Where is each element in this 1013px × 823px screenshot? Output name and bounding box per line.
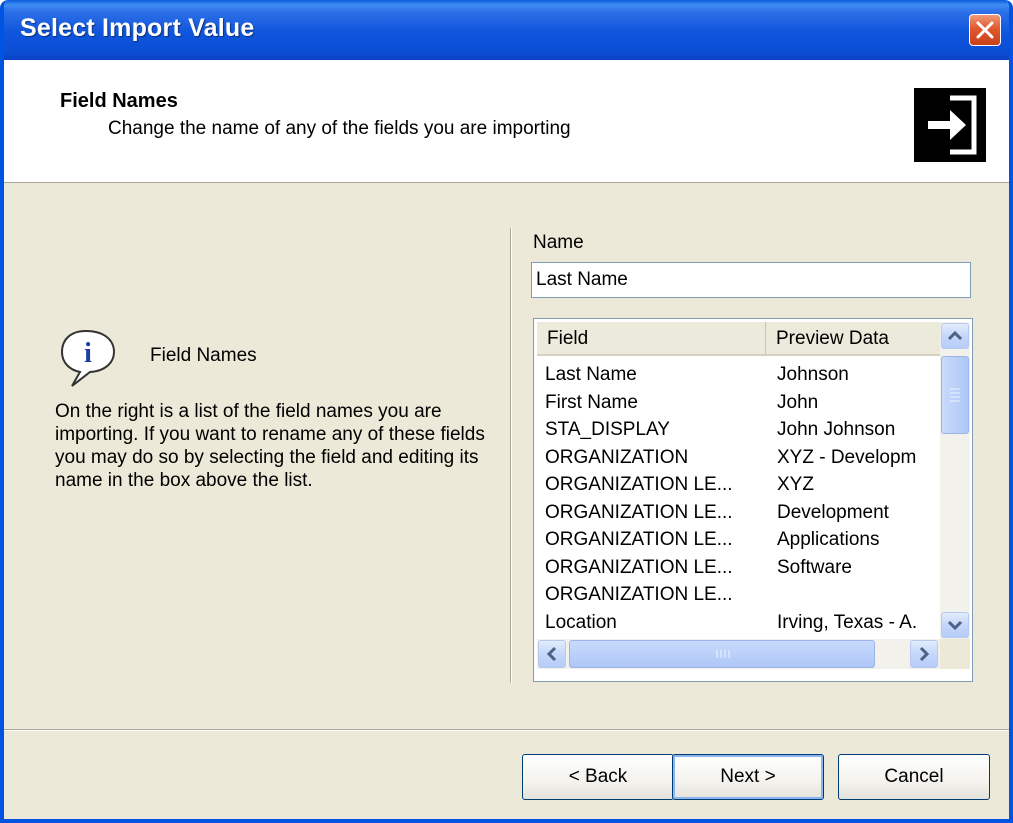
- chevron-down-icon: [947, 620, 963, 631]
- field-name: ORGANIZATION LE...: [545, 529, 733, 550]
- grip-icon: [716, 650, 730, 658]
- scroll-down-button[interactable]: [941, 612, 969, 638]
- cancel-button[interactable]: Cancel: [838, 754, 990, 800]
- scroll-left-button[interactable]: [538, 640, 566, 668]
- chevron-up-icon: [947, 330, 963, 341]
- preview-value: John Johnson: [777, 419, 896, 440]
- close-button[interactable]: [969, 14, 1001, 46]
- preview-value: Irving, Texas - A.: [777, 611, 918, 633]
- window-title: Select Import Value: [20, 14, 255, 42]
- horizontal-divider: [4, 729, 1009, 731]
- header-title: Field Names: [60, 90, 178, 112]
- dialog-window: Select Import Value Field Names Change t…: [0, 0, 1013, 823]
- info-balloon-icon: i: [60, 329, 116, 387]
- preview-value: XYZ: [777, 474, 814, 495]
- list-item[interactable]: ORGANIZATION LE...: [537, 581, 940, 609]
- preview-value: Applications: [777, 529, 880, 550]
- title-bar[interactable]: Select Import Value: [4, 0, 1009, 60]
- preview-value: Johnson: [777, 364, 849, 385]
- field-name: First Name: [545, 391, 638, 413]
- list-item[interactable]: ORGANIZATION LE... Software: [537, 554, 940, 582]
- name-label: Name: [533, 232, 584, 253]
- svg-text:i: i: [84, 338, 92, 369]
- field-name: Last Name: [545, 364, 637, 385]
- header-subtitle: Change the name of any of the fields you…: [108, 118, 571, 139]
- list-item[interactable]: ORGANIZATION LE... Applications: [537, 526, 940, 554]
- field-list[interactable]: Field Preview Data Last Name Johnson Firs…: [533, 318, 973, 682]
- wizard-header: Field Names Change the name of any of th…: [4, 60, 1009, 183]
- list-item[interactable]: STA_DISPLAY John Johnson: [537, 416, 940, 444]
- info-description: On the right is a list of the field name…: [55, 401, 485, 491]
- chevron-right-icon: [919, 646, 930, 662]
- back-button[interactable]: < Back: [522, 754, 674, 800]
- list-item[interactable]: ORGANIZATION XYZ - Developm: [537, 444, 940, 472]
- next-button[interactable]: Next >: [672, 754, 824, 800]
- field-name: STA_DISPLAY: [545, 419, 670, 440]
- list-item[interactable]: Last Name Johnson: [537, 361, 940, 389]
- field-name: ORGANIZATION: [545, 446, 689, 468]
- list-item[interactable]: First Name John: [537, 389, 940, 417]
- field-name: Location: [545, 611, 617, 633]
- name-field[interactable]: [531, 262, 971, 298]
- list-item[interactable]: ORGANIZATION LE... Development: [537, 499, 940, 527]
- scrollbar-corner: [940, 639, 970, 669]
- field-name: ORGANIZATION LE...: [545, 474, 733, 495]
- list-item[interactable]: ORGANIZATION LE... XYZ: [537, 471, 940, 499]
- vertical-scrollbar[interactable]: [940, 322, 970, 639]
- column-header-preview[interactable]: Preview Data: [766, 322, 944, 354]
- list-header: Field Preview Data: [537, 322, 944, 356]
- field-name: ORGANIZATION LE...: [545, 556, 733, 578]
- scroll-up-button[interactable]: [941, 323, 969, 349]
- info-heading: Field Names: [150, 345, 257, 366]
- list-rows: Last Name Johnson First Name John STA_DISP…: [537, 361, 940, 637]
- preview-value: Software: [777, 556, 852, 578]
- scroll-right-button[interactable]: [910, 640, 938, 668]
- vertical-divider: [510, 228, 512, 683]
- horizontal-scroll-thumb[interactable]: [569, 640, 875, 668]
- preview-value: Development: [777, 501, 889, 523]
- horizontal-scrollbar[interactable]: [537, 639, 940, 669]
- vertical-scroll-thumb[interactable]: [941, 356, 969, 434]
- preview-value: XYZ - Developm: [777, 446, 917, 468]
- field-name: ORGANIZATION LE...: [545, 501, 733, 523]
- column-header-field[interactable]: Field: [537, 322, 766, 354]
- preview-value: John: [777, 391, 819, 413]
- import-arrow-icon: [914, 88, 986, 162]
- list-item[interactable]: Location Irving, Texas - A.: [537, 609, 940, 637]
- field-name: ORGANIZATION LE...: [545, 584, 733, 605]
- close-icon: [976, 21, 994, 39]
- grip-icon: [950, 388, 960, 402]
- chevron-left-icon: [546, 646, 557, 662]
